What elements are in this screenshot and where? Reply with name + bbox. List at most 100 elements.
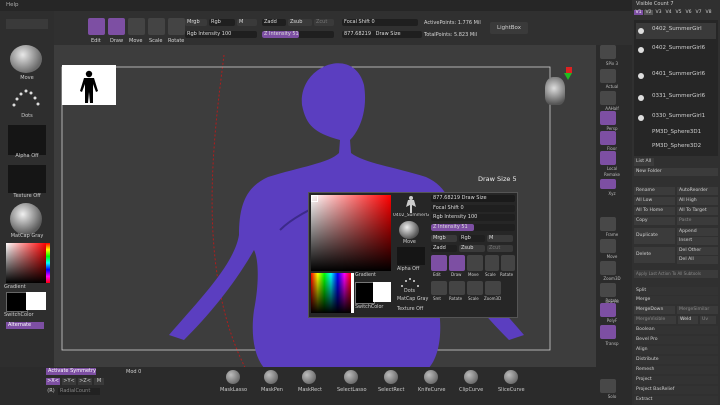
slicecurve-icon[interactable] <box>504 370 518 384</box>
zoom3d-icon[interactable] <box>600 261 616 275</box>
rgb-intensity-slider[interactable]: Rgb Intensity 100 <box>185 31 257 38</box>
symmetry-m-toggle[interactable]: M <box>94 378 104 385</box>
list-item[interactable]: PM3D_Sphere3D2 <box>636 142 716 154</box>
move-view-icon[interactable] <box>600 239 616 253</box>
merge-similar-button[interactable]: MergeSimilar <box>677 306 718 314</box>
projection-master-tab[interactable] <box>6 19 48 29</box>
list-item[interactable]: 0401_SummerGirl6 <box>636 68 716 84</box>
switch-color-label[interactable]: SwitchColor <box>4 312 50 318</box>
frame-icon[interactable] <box>600 217 616 231</box>
popup-rgb-intensity-slider[interactable]: Rgb Intensity 100 <box>431 214 515 221</box>
popup-rotate2-button[interactable] <box>449 281 465 295</box>
knifecurve-icon[interactable] <box>424 370 438 384</box>
popup-rgb-toggle[interactable]: Rgb <box>459 235 485 242</box>
radial-count-slider[interactable]: RadialCount <box>58 388 100 395</box>
z-intensity-slider[interactable]: Z Intensity 51 <box>262 31 334 38</box>
dots-stroke-icon[interactable] <box>10 85 42 111</box>
popup-zsub-toggle[interactable]: Zsub <box>459 245 485 252</box>
merge-down-button[interactable]: MergeDown <box>634 306 675 314</box>
popup-move-icon[interactable] <box>399 221 419 239</box>
version-v8[interactable]: V8 <box>704 10 713 15</box>
popup-hue-bar[interactable] <box>351 273 354 313</box>
version-v6[interactable]: V6 <box>684 10 693 15</box>
symmetry-z-toggle[interactable]: >Z< <box>78 378 92 385</box>
m-toggle[interactable]: M <box>237 19 257 26</box>
bevel-pro-section[interactable]: Bevel Pro <box>634 336 718 344</box>
edit-button[interactable] <box>88 18 105 35</box>
popup-secondary-swatch[interactable] <box>373 282 391 302</box>
secondary-color-swatch[interactable] <box>26 292 46 310</box>
remesh-section[interactable]: Remesh <box>634 366 718 374</box>
popup-smt-button[interactable] <box>431 281 447 295</box>
popup-zoom3d-button[interactable] <box>485 281 501 295</box>
move-button[interactable] <box>128 18 145 35</box>
alternate-button[interactable]: Alternate <box>6 322 44 329</box>
duplicate-button[interactable]: Duplicate <box>634 228 675 244</box>
texture-icon[interactable] <box>8 165 46 193</box>
insert-button[interactable]: Insert <box>677 237 718 245</box>
activate-symmetry-button[interactable]: Activate Symmetry <box>46 368 96 375</box>
rotate-button[interactable] <box>168 18 185 35</box>
actual-icon[interactable] <box>600 69 616 83</box>
aahalf-icon[interactable] <box>600 91 616 105</box>
help-menu[interactable]: Help <box>6 2 19 8</box>
polyf-icon[interactable] <box>600 303 616 317</box>
popup-mrgb-toggle[interactable]: Mrgb <box>431 235 457 242</box>
popup-color-wheel[interactable] <box>311 273 351 313</box>
all-to-home-button[interactable]: All To Home <box>634 207 675 215</box>
weld-toggle[interactable]: Weld <box>678 316 698 324</box>
color-picker[interactable] <box>6 243 46 283</box>
project-basrelief-section[interactable]: Project BasRelief <box>634 386 718 394</box>
version-v5[interactable]: V5 <box>674 10 683 15</box>
apply-last-action-button[interactable]: Apply Last Action To All Subtools <box>634 270 718 278</box>
masklasso-icon[interactable] <box>226 370 240 384</box>
uv-toggle[interactable]: Uv <box>700 316 716 324</box>
popup-z-intensity-slider[interactable]: Z Intensity 51 <box>431 224 515 231</box>
all-high-button[interactable]: All High <box>677 197 718 205</box>
version-v3[interactable]: V3 <box>654 10 663 15</box>
popup-m-toggle[interactable]: M <box>487 235 513 242</box>
zadd-toggle[interactable]: Zadd <box>262 19 286 26</box>
list-item[interactable]: 0402_SummerGirl <box>636 23 716 39</box>
focal-shift-slider[interactable]: Focal Shift 0 <box>342 19 418 26</box>
split-section[interactable]: Split <box>634 287 718 295</box>
draw-button[interactable] <box>108 18 125 35</box>
popup-alpha-icon[interactable] <box>397 247 425 265</box>
popup-switch-color[interactable]: SwitchColor <box>355 305 383 310</box>
mrgb-toggle[interactable]: Mrgb <box>185 19 207 26</box>
scale-button[interactable] <box>148 18 165 35</box>
popup-color-square[interactable] <box>311 195 391 271</box>
list-item[interactable]: 0331_SummerGirl6 <box>636 90 716 106</box>
zsub-toggle[interactable]: Zsub <box>288 19 312 26</box>
all-low-button[interactable]: All Low <box>634 197 675 205</box>
local-icon[interactable] <box>600 151 616 165</box>
list-item[interactable]: 0330_SummerGirl1 <box>636 110 716 126</box>
clipcurve-icon[interactable] <box>464 370 478 384</box>
version-v4[interactable]: V4 <box>664 10 673 15</box>
popup-draw-button[interactable] <box>449 255 465 271</box>
popup-focal-shift-slider[interactable]: Focal Shift 0 <box>431 205 515 212</box>
popup-draw-size-slider[interactable]: 877.68219 Draw Size <box>431 195 515 202</box>
popup-zcut-toggle[interactable]: Zcut <box>487 245 513 252</box>
rotate-view-icon[interactable] <box>600 283 616 297</box>
symmetry-y-toggle[interactable]: >Y< <box>62 378 76 385</box>
symmetry-x-toggle[interactable]: >X< <box>46 378 60 385</box>
copy-button[interactable]: Copy <box>634 217 675 225</box>
mod-value[interactable]: Mod 0 <box>126 369 141 375</box>
merge-section[interactable]: Merge <box>634 296 718 304</box>
popup-scale2-button[interactable] <box>467 281 483 295</box>
merge-visible-button[interactable]: MergeVisible <box>634 316 676 324</box>
new-folder-button[interactable]: New Folder <box>634 168 718 176</box>
popup-edit-button[interactable] <box>431 255 447 271</box>
extract-section[interactable]: Extract <box>634 396 718 404</box>
version-v2[interactable]: V2 <box>644 10 653 15</box>
del-other-button[interactable]: Del Other <box>677 247 718 255</box>
del-all-button[interactable]: Del All <box>677 256 718 264</box>
maskrect-icon[interactable] <box>302 370 316 384</box>
popup-scale-button[interactable] <box>485 255 499 271</box>
alpha-icon[interactable] <box>8 125 46 155</box>
hue-slider[interactable] <box>46 243 50 283</box>
align-section[interactable]: Align <box>634 346 718 354</box>
move-brush-icon[interactable] <box>10 45 42 73</box>
matcap-icon[interactable] <box>10 203 42 235</box>
